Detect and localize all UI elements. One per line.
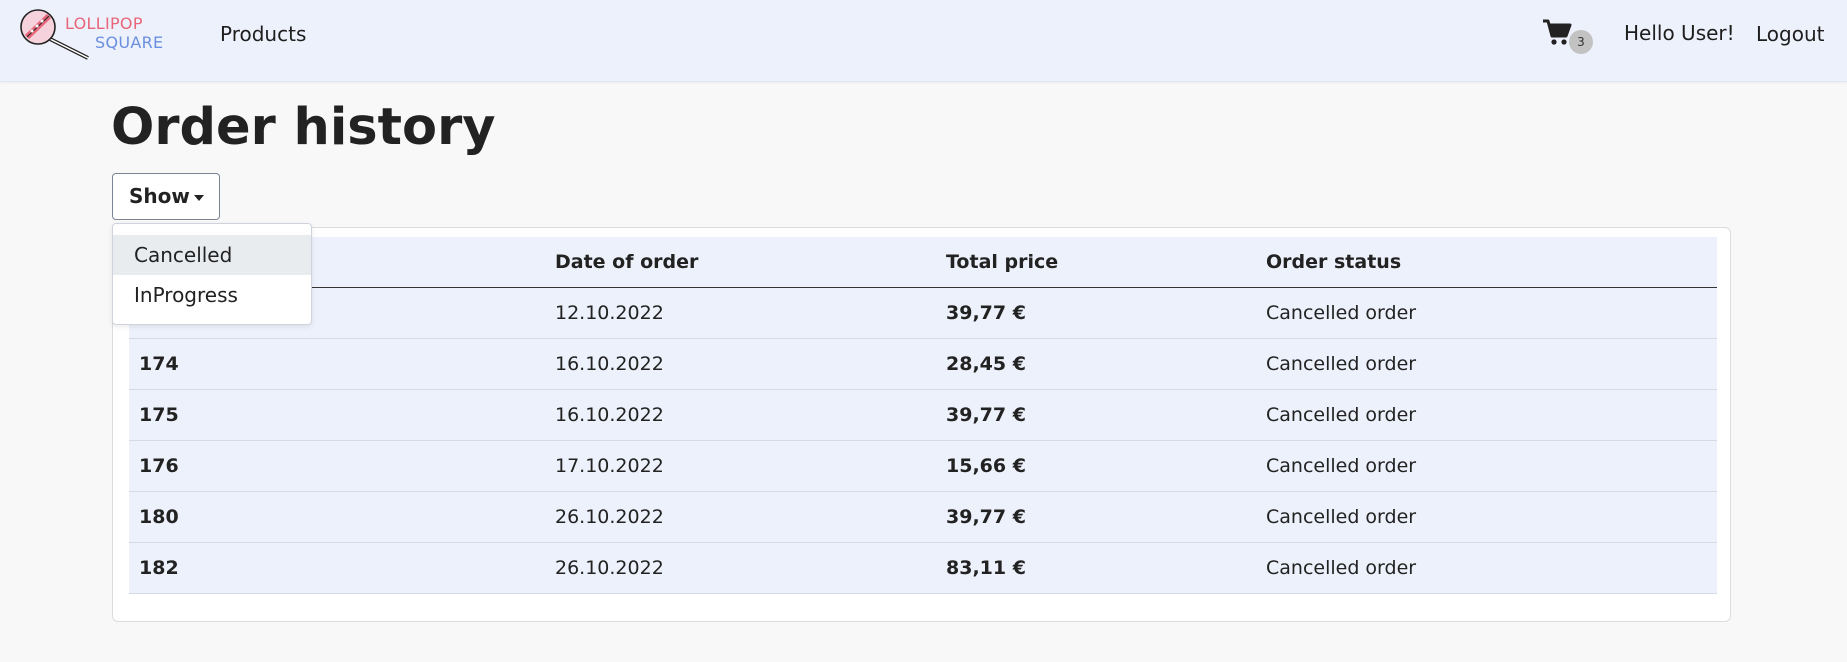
order-id-cell: 180 xyxy=(129,491,555,543)
order-price-cell: 83,11 € xyxy=(946,542,1266,594)
order-id-cell: 174 xyxy=(129,338,555,390)
order-date-cell: 16.10.2022 xyxy=(555,338,946,390)
column-header-status: Order status xyxy=(1266,237,1717,288)
cart-count-badge: 3 xyxy=(1569,30,1593,54)
order-status-cell: Cancelled order xyxy=(1266,389,1717,441)
table-row[interactable]: 180 26.10.2022 39,77 € Cancelled order xyxy=(129,491,1717,543)
cart-button[interactable]: 3 xyxy=(1542,18,1596,54)
filter-option-cancelled[interactable]: Cancelled xyxy=(113,235,311,275)
table-row[interactable]: 175 16.10.2022 39,77 € Cancelled order xyxy=(129,389,1717,441)
navbar: LOLLIPOP SQUARE Products 3 Hello User! L… xyxy=(0,0,1847,82)
column-header-price: Total price xyxy=(946,237,1266,288)
order-status-cell: Cancelled order xyxy=(1266,440,1717,492)
order-date-cell: 16.10.2022 xyxy=(555,389,946,441)
shopping-cart-icon xyxy=(1543,19,1572,45)
order-id-cell: 175 xyxy=(129,389,555,441)
order-date-cell: 26.10.2022 xyxy=(555,491,946,543)
order-status-cell: Cancelled order xyxy=(1266,338,1717,390)
order-date-cell: 12.10.2022 xyxy=(555,287,946,339)
table-row[interactable]: 182 26.10.2022 83,11 € Cancelled order xyxy=(129,542,1717,594)
show-button-label: Show xyxy=(129,184,190,208)
logo-text-square: SQUARE xyxy=(95,33,164,52)
logout-link[interactable]: Logout xyxy=(1756,22,1824,46)
column-header-date: Date of order xyxy=(555,237,946,288)
show-filter-dropdown-button[interactable]: Show xyxy=(112,173,220,220)
order-id-cell: 176 xyxy=(129,440,555,492)
order-price-cell: 28,45 € xyxy=(946,338,1266,390)
nav-products-link[interactable]: Products xyxy=(220,22,306,46)
page-title: Order history xyxy=(111,98,496,157)
order-price-cell: 15,66 € xyxy=(946,440,1266,492)
order-status-cell: Cancelled order xyxy=(1266,491,1717,543)
order-price-cell: 39,77 € xyxy=(946,491,1266,543)
filter-option-inprogress[interactable]: InProgress xyxy=(113,275,311,315)
user-greeting: Hello User! xyxy=(1624,21,1735,45)
table-row[interactable]: 176 17.10.2022 15,66 € Cancelled order xyxy=(129,440,1717,492)
orders-table: Date of order Total price Order status 1… xyxy=(129,237,1717,594)
order-date-cell: 17.10.2022 xyxy=(555,440,946,492)
order-price-cell: 39,77 € xyxy=(946,389,1266,441)
order-status-cell: Cancelled order xyxy=(1266,542,1717,594)
order-status-cell: Cancelled order xyxy=(1266,287,1717,339)
show-filter-menu: Cancelled InProgress xyxy=(112,223,312,325)
order-price-cell: 39,77 € xyxy=(946,287,1266,339)
order-id-cell: 182 xyxy=(129,542,555,594)
order-date-cell: 26.10.2022 xyxy=(555,542,946,594)
orders-card: Date of order Total price Order status 1… xyxy=(112,227,1731,622)
table-header-row: Date of order Total price Order status xyxy=(129,237,1717,288)
table-row[interactable]: 174 16.10.2022 28,45 € Cancelled order xyxy=(129,338,1717,390)
logo-text-lollipop: LOLLIPOP xyxy=(65,14,143,33)
table-row[interactable]: 12.10.2022 39,77 € Cancelled order xyxy=(129,287,1717,339)
brand-logo[interactable]: LOLLIPOP SQUARE xyxy=(18,6,178,62)
caret-down-icon xyxy=(194,195,204,201)
